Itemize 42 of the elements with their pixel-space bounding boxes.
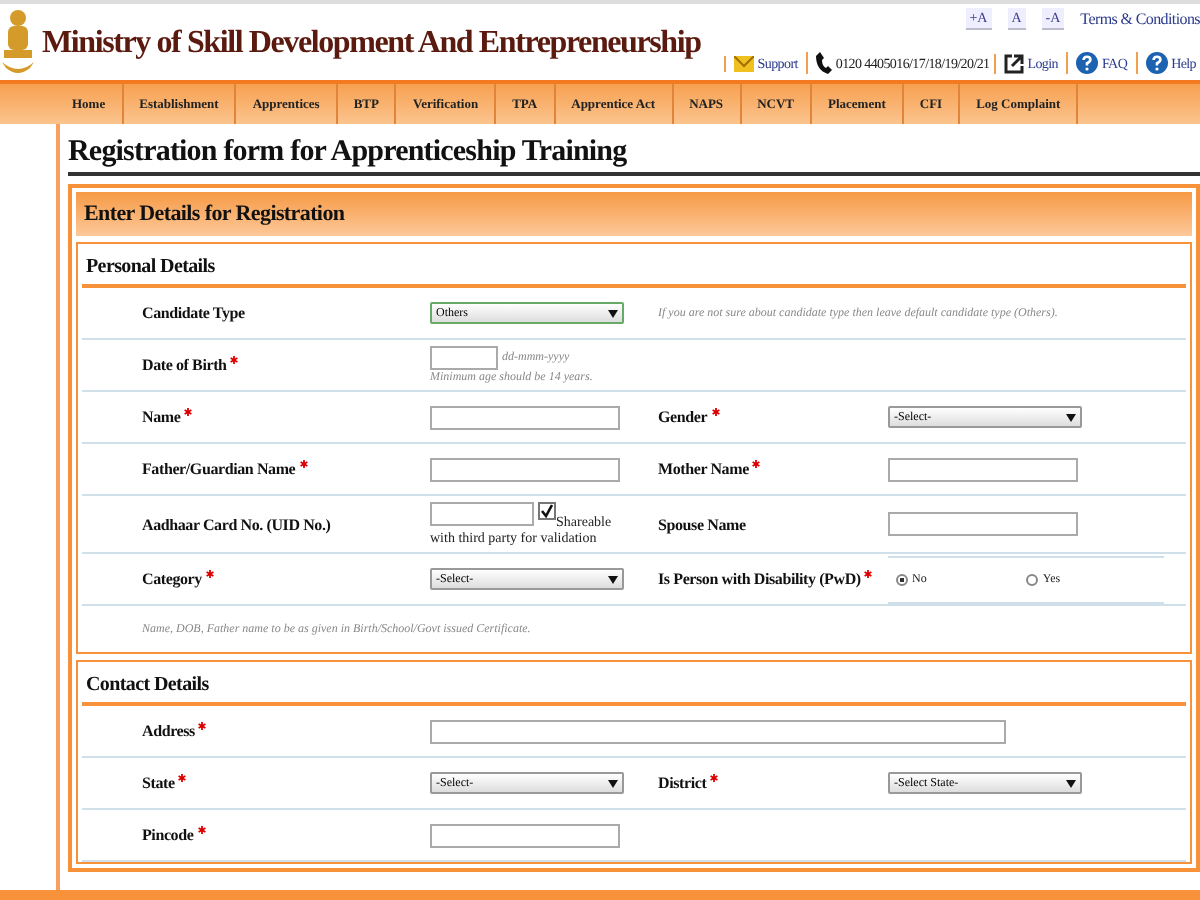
- field-label: Candidate Type: [142, 304, 247, 322]
- caret-icon: [608, 575, 618, 584]
- field-label: Address: [142, 722, 430, 741]
- external-link-icon: [1003, 53, 1024, 73]
- input-field[interactable]: [888, 457, 1078, 481]
- section-title: Personal Details: [82, 244, 1186, 288]
- envelope-icon: [733, 55, 754, 71]
- field-label: Aadhaar Card No. (UID No.): [142, 515, 333, 534]
- field-label: Name: [142, 408, 430, 426]
- terms-link[interactable]: Terms & Conditions: [1080, 9, 1200, 27]
- field-label: State: [142, 774, 430, 793]
- page-title: Registration form for Apprenticeship Training: [68, 124, 1200, 176]
- field-label: District: [658, 774, 888, 793]
- caret-icon: [608, 309, 618, 317]
- field-label: Father/Guardian Name: [142, 460, 430, 478]
- input-field[interactable]: [430, 457, 620, 481]
- input-field[interactable]: [430, 823, 620, 848]
- field-label: Category: [142, 570, 430, 589]
- ministry-title: Ministry of Skill Development And Entrepreneurship: [42, 24, 701, 62]
- caret-icon: [608, 779, 618, 788]
- question-icon: [1075, 52, 1098, 74]
- form-header: Enter Details for Registration: [76, 192, 1192, 236]
- emblem-icon: [2, 8, 34, 76]
- input-field[interactable]: [430, 502, 534, 526]
- caret-icon: [1066, 413, 1076, 421]
- date-field[interactable]: [430, 346, 498, 370]
- input-field[interactable]: [430, 719, 1006, 744]
- section-title: Contact Details: [82, 662, 1186, 707]
- radio-button[interactable]: [896, 573, 908, 586]
- input-field[interactable]: [888, 512, 1078, 537]
- field-label: Gender: [658, 408, 888, 426]
- field-label: Date of Birth: [142, 356, 430, 374]
- checkbox[interactable]: [538, 502, 556, 520]
- field-label: Mother Name: [658, 460, 888, 478]
- question-icon: [1145, 52, 1168, 74]
- caret-icon: [1066, 779, 1076, 788]
- field-label: Is Person with Disability (PwD): [658, 570, 888, 589]
- radio-button[interactable]: [1026, 573, 1039, 586]
- field-label: Spouse Name: [658, 515, 748, 534]
- input-field[interactable]: [430, 405, 620, 429]
- phone-icon: [815, 52, 832, 74]
- field-label: Pincode: [142, 826, 430, 845]
